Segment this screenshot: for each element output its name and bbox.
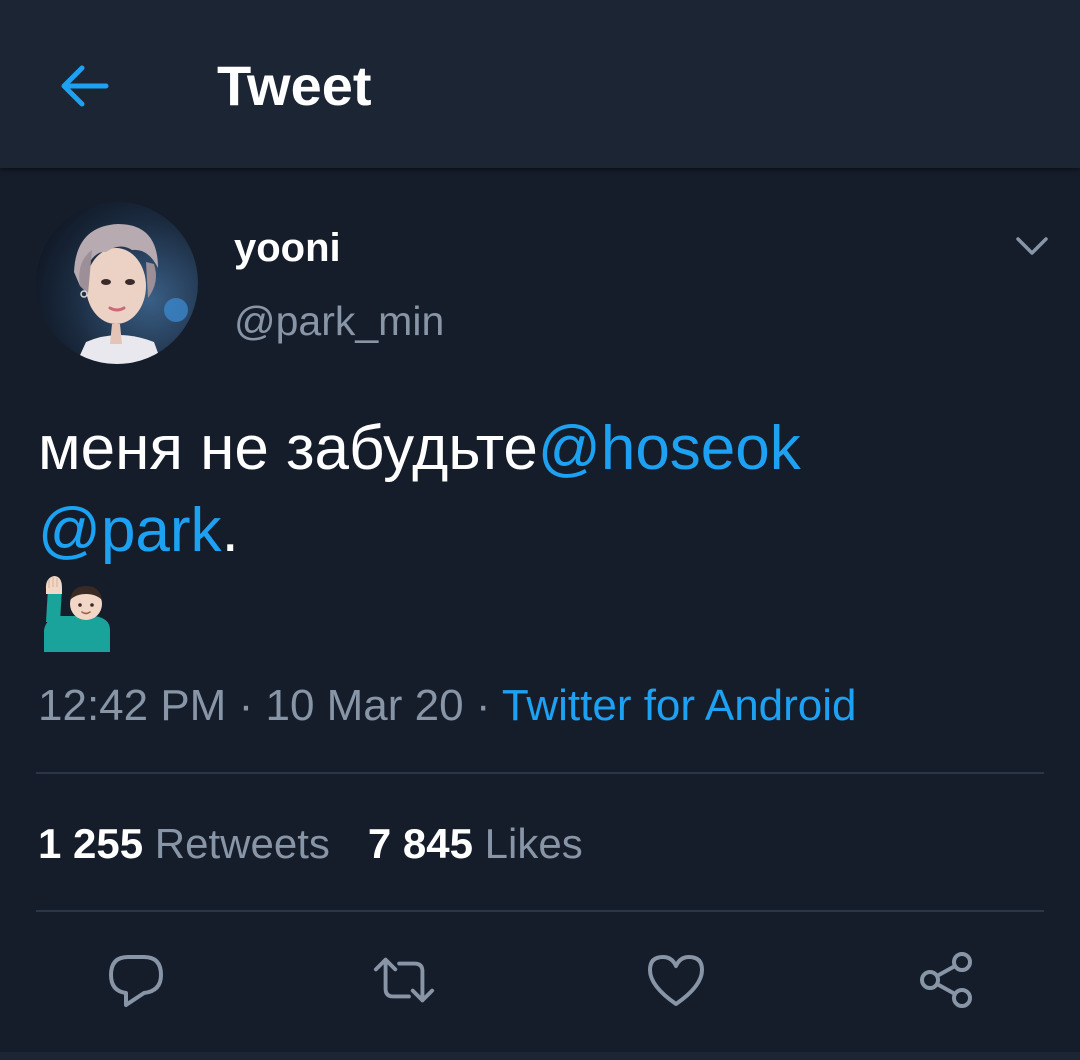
reply-icon xyxy=(109,955,163,1007)
top-app-bar: Tweet xyxy=(0,0,1080,168)
tweet-date: 10 Mar 20 xyxy=(265,681,464,730)
chevron-down-icon xyxy=(1016,237,1048,255)
retweets-stat[interactable]: 1 255 Retweets xyxy=(38,820,330,867)
meta-separator: · xyxy=(238,681,254,730)
likes-label: Likes xyxy=(484,820,583,867)
back-button[interactable] xyxy=(54,56,114,116)
retweets-count: 1 255 xyxy=(38,820,144,867)
like-button[interactable] xyxy=(644,948,708,1012)
tweet-detail-screen: Tweet yooni @park_min меня не забудьте@h… xyxy=(0,0,1080,1060)
divider xyxy=(36,772,1044,774)
page-title: Tweet xyxy=(217,54,372,117)
reply-button[interactable] xyxy=(104,948,168,1012)
share-icon xyxy=(920,952,972,1008)
avatar[interactable] xyxy=(36,202,198,364)
tweet-text-period: . xyxy=(221,496,239,565)
tweet-source-link[interactable]: Twitter for Android xyxy=(502,681,857,730)
mention-link-hoseok[interactable]: @hoseok xyxy=(538,414,801,483)
display-name[interactable]: yooni xyxy=(234,226,341,270)
tweet-text: меня не забудьте@hoseok @park. xyxy=(38,408,1038,572)
emoji-graphic xyxy=(44,576,110,652)
tweet-meta: 12:42 PM · 10 Mar 20 · Twitter for Andro… xyxy=(38,680,857,732)
meta-separator: · xyxy=(475,681,491,730)
share-button[interactable] xyxy=(914,948,978,1012)
arrow-left-icon xyxy=(61,65,109,107)
retweets-label: Retweets xyxy=(154,820,330,867)
user-handle[interactable]: @park_min xyxy=(234,298,444,344)
retweet-button[interactable] xyxy=(372,948,436,1012)
man-raising-hand-emoji: 🙋🏻‍♂️ xyxy=(40,574,114,652)
tweet-menu-button[interactable] xyxy=(1008,226,1056,266)
likes-count: 7 845 xyxy=(367,820,473,867)
mention-link-park[interactable]: @park xyxy=(38,496,222,565)
tweet-text-body: меня не забудьте xyxy=(38,414,538,483)
bottom-edge xyxy=(0,1052,1080,1060)
engagement-stats: 1 255 Retweets 7 845 Likes xyxy=(38,818,583,870)
divider xyxy=(36,910,1044,912)
tweet-time: 12:42 PM xyxy=(38,681,227,730)
likes-stat[interactable]: 7 845 Likes xyxy=(368,820,583,867)
retweet-icon xyxy=(373,957,435,1003)
heart-icon xyxy=(648,955,704,1006)
avatar-image xyxy=(36,202,198,364)
